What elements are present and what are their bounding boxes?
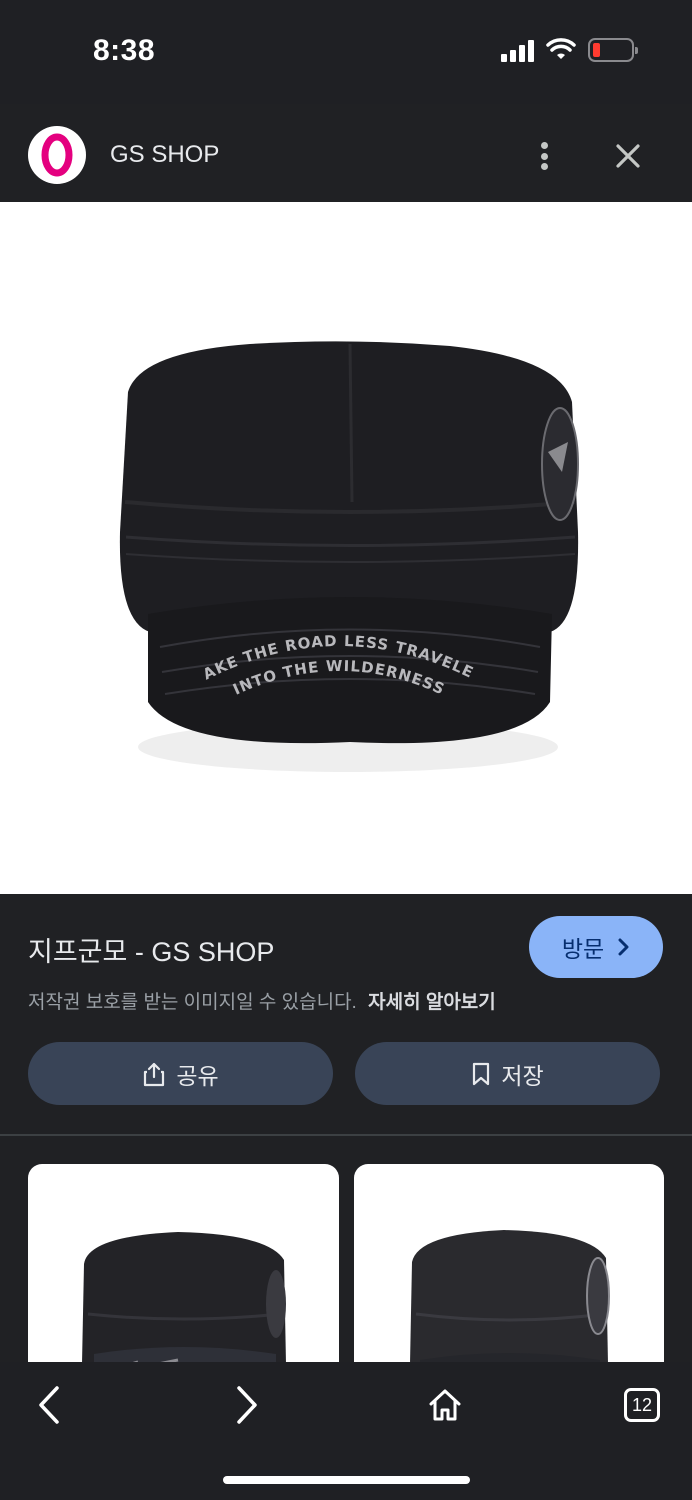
home-button[interactable]: [420, 1380, 470, 1430]
status-bar: 8:38: [0, 0, 692, 104]
home-indicator[interactable]: [223, 1476, 470, 1484]
site-name: GS SHOP: [110, 141, 220, 168]
save-button[interactable]: 저장: [355, 1042, 660, 1105]
tabs-count: 12: [624, 1388, 660, 1422]
back-button[interactable]: [24, 1380, 74, 1430]
cellular-signal-icon: [501, 38, 534, 62]
status-icons: [501, 38, 638, 62]
product-title: 지프군모 - GS SHOP: [28, 937, 275, 967]
share-label: 공유: [176, 1062, 219, 1089]
image-info-panel: 지프군모 - GS SHOP 방문 저작권 보호를 받는 이미지일 수 있습니다…: [0, 894, 692, 1134]
related-cap-image: [410, 1230, 610, 1362]
more-options-button[interactable]: [528, 136, 560, 176]
gs-shop-logo: [28, 126, 86, 184]
learn-more-link[interactable]: 자세히 알아보기: [368, 992, 496, 1013]
related-image-card[interactable]: [28, 1164, 339, 1362]
related-images: [0, 1136, 692, 1362]
chevron-right-icon: [237, 1386, 257, 1424]
save-label: 저장: [501, 1062, 544, 1089]
visit-label: 방문: [561, 936, 605, 962]
status-time: 8:38: [93, 34, 156, 67]
viewer-header: GS SHOP: [0, 104, 692, 202]
share-icon: [144, 1062, 165, 1086]
copyright-notice: 저작권 보호를 받는 이미지일 수 있습니다. 자세히 알아보기: [28, 987, 496, 1014]
visit-button[interactable]: 방문: [529, 916, 663, 978]
bookmark-icon: [473, 1062, 490, 1085]
share-button[interactable]: 공유: [28, 1042, 333, 1105]
more-vert-icon: [540, 142, 548, 149]
battery-icon: [588, 38, 638, 62]
chevron-left-icon: [39, 1386, 59, 1424]
related-image-card[interactable]: [354, 1164, 664, 1362]
wifi-icon: [546, 38, 576, 59]
tabs-button[interactable]: 12: [617, 1380, 667, 1430]
home-icon: [429, 1389, 461, 1421]
related-cap-image: [82, 1232, 286, 1362]
chevron-right-icon: [618, 938, 629, 956]
forward-button[interactable]: [222, 1380, 272, 1430]
copyright-text: 저작권 보호를 받는 이미지일 수 있습니다.: [28, 992, 357, 1013]
cap-image: TAKE THE ROAD LESS TRAVELED INTO THE WIL…: [0, 188, 579, 772]
product-image[interactable]: TAKE THE ROAD LESS TRAVELED INTO THE WIL…: [0, 188, 692, 894]
close-icon[interactable]: [610, 138, 646, 174]
